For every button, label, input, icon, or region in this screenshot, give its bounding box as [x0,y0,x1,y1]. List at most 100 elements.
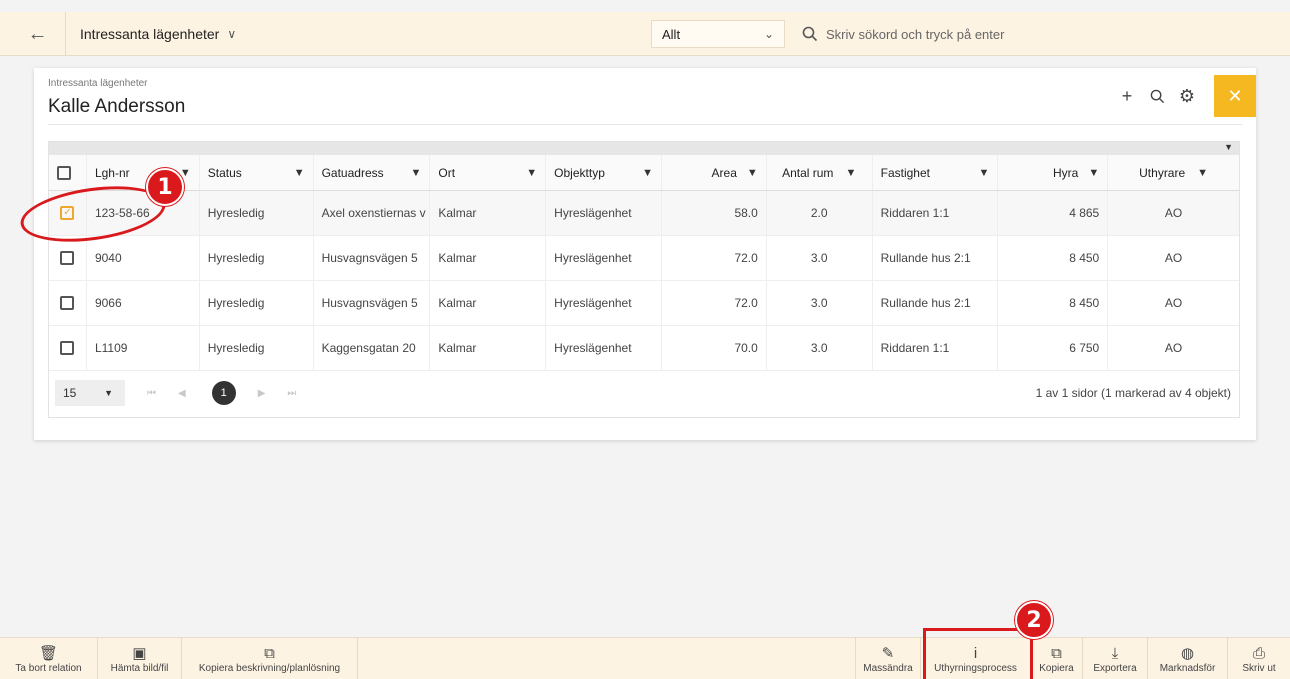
gear-icon: ⚙ [1178,85,1196,106]
button-label: Marknadsför [1159,662,1216,674]
last-page-icon[interactable]: ⏭ [287,388,296,399]
button-label: Massändra [863,662,913,674]
current-page-button[interactable]: 1 [211,381,236,405]
fetch-file-button[interactable]: ▣ Hämta bild/fil [98,638,182,679]
filter-select-value: Allt [662,26,681,42]
cell-lgh: 9040 [87,236,200,280]
cell-address: Kaggensgatan 20 [314,326,431,370]
column-header-type[interactable]: Objekttyp ▼ [546,155,662,190]
card-toolbar: + ⚙ ✕ [1112,75,1256,117]
cell-landlord: AO [1164,206,1183,220]
filter-icon[interactable]: ▼ [294,167,305,179]
export-button[interactable]: ⤓ Exportera [1083,638,1148,679]
pager: 15 ▼ ⏮ ◀ 1 ▶ ⏭ 1 av 1 sidor (1 markerad … [49,371,1239,415]
settings-button[interactable]: ⚙ [1172,75,1202,117]
column-label: Fastighet [880,165,930,180]
bottom-toolbar: 🗑 Ta bort relation ▣ Hämta bild/fil ⧉ Ko… [0,637,1290,679]
column-header-area[interactable]: Area ▼ [662,155,767,190]
column-label: Gatuadress [321,165,384,180]
market-button[interactable]: ◍ Marknadsför [1148,638,1228,679]
cell-area: 72.0 [662,281,767,325]
cell-area: 70.0 [662,326,767,370]
cell-city: Kalmar [430,326,547,370]
column-header-city[interactable]: Ort ▼ [430,155,547,190]
cell-area: 58.0 [662,191,767,235]
back-button[interactable]: ← [10,12,66,56]
page-selector[interactable]: Intressanta lägenheter ∨ [80,12,236,56]
copy-button[interactable]: ⧉ Kopiera [1031,638,1083,679]
cell-city: Kalmar [430,236,547,280]
row-checkbox[interactable] [49,281,87,325]
select-all-checkbox[interactable] [49,155,87,190]
caret-down-icon: ▼ [104,388,113,398]
chevron-down-icon: ⌄ [763,27,774,41]
pager-info: 1 av 1 sidor (1 markerad av 4 objekt) [1035,386,1231,400]
search-icon [802,26,818,42]
first-page-icon[interactable]: ⏮ [147,388,156,399]
cell-landlord: AO [1164,296,1183,310]
cell-lgh: 9066 [87,281,200,325]
column-header-rent[interactable]: Hyra ▼ [998,155,1109,190]
print-button[interactable]: ⎙ Skriv ut [1228,638,1290,679]
filter-icon[interactable]: ▼ [642,167,653,179]
cell-rent: 4 865 [998,191,1109,235]
add-button[interactable]: + [1112,75,1142,117]
column-label: Antal rum [782,165,834,180]
column-label: Uthyrare [1139,165,1186,180]
card-subtitle: Intressanta lägenheter [48,78,148,89]
top-bar: ← Intressanta lägenheter ∨ Allt ⌄ Skriv … [0,12,1290,56]
column-header-rooms[interactable]: Antal rum ▼ [767,155,873,190]
apartments-table: ▼ Lgh-nr ▼ Status ▼ Gatuadress ▼ Ort ▼ Objek… [48,141,1240,418]
filter-icon[interactable]: ▼ [845,167,856,179]
row-checkbox[interactable] [49,326,87,370]
page-size-select[interactable]: 15 ▼ [55,380,125,406]
filter-icon[interactable]: ▼ [979,167,990,179]
copy-description-button[interactable]: ⧉ Kopiera beskrivning/planlösning [182,638,358,679]
column-header-property[interactable]: Fastighet ▼ [873,155,999,190]
table-row[interactable]: L1109 Hyresledig Kaggensgatan 20 Kalmar … [49,326,1239,371]
checkbox-icon [60,296,75,310]
cell-area: 72.0 [662,236,767,280]
filter-select[interactable]: Allt ⌄ [651,20,785,48]
close-button[interactable]: ✕ [1214,75,1256,117]
delete-relation-button[interactable]: 🗑 Ta bort relation [0,638,98,679]
table-header: Lgh-nr ▼ Status ▼ Gatuadress ▼ Ort ▼ Objektt… [49,155,1239,191]
filter-icon[interactable]: ▼ [1088,167,1099,179]
table-row[interactable]: 9066 Hyresledig Husvagnsvägen 5 Kalmar H… [49,281,1239,326]
globe-icon: ◍ [1180,644,1195,662]
card-title: Kalle Andersson [48,96,186,117]
filter-icon[interactable]: ▼ [410,167,421,179]
filter-icon[interactable]: ▼ [526,167,537,179]
download-icon: ⤓ [1111,644,1119,662]
column-header-status[interactable]: Status ▼ [200,155,314,190]
close-icon: ✕ [1227,85,1243,106]
checkbox-icon [60,341,75,355]
table-row[interactable]: ✓ 123-58-66 Hyresledig Axel oxenstiernas… [49,191,1239,236]
prev-page-icon[interactable]: ◀ [178,388,186,399]
cell-city: Kalmar [430,191,547,235]
column-header-address[interactable]: Gatuadress ▼ [314,155,431,190]
column-menu-icon[interactable]: ▼ [1224,142,1233,152]
cell-rooms: 2.0 [767,191,873,235]
mass-edit-button[interactable]: ✎ Massändra [855,638,921,679]
cell-type: Hyreslägenhet [546,326,662,370]
annotation-badge-2: 2 [1015,601,1053,639]
cell-rent: 8 450 [998,236,1109,280]
search-button[interactable] [1142,75,1172,117]
cell-landlord: AO [1164,251,1183,265]
column-header-landlord[interactable]: Uthyrare ▼ [1108,155,1239,190]
filter-icon[interactable]: ▼ [747,167,758,179]
cell-type: Hyreslägenhet [546,191,662,235]
cell-property: Riddaren 1:1 [873,326,999,370]
next-page-icon[interactable]: ▶ [258,388,266,399]
divider [48,124,1242,125]
trash-icon: 🗑 [38,644,59,662]
table-row[interactable]: 9040 Hyresledig Husvagnsvägen 5 Kalmar H… [49,236,1239,281]
cell-rent: 6 750 [998,326,1109,370]
column-label: Area [711,165,737,180]
cell-address: Husvagnsvägen 5 [314,281,431,325]
cell-status: Hyresledig [200,191,314,235]
row-checkbox[interactable] [49,236,87,280]
search-field[interactable]: Skriv sökord och tryck på enter [802,12,1004,56]
filter-icon[interactable]: ▼ [1197,167,1208,179]
